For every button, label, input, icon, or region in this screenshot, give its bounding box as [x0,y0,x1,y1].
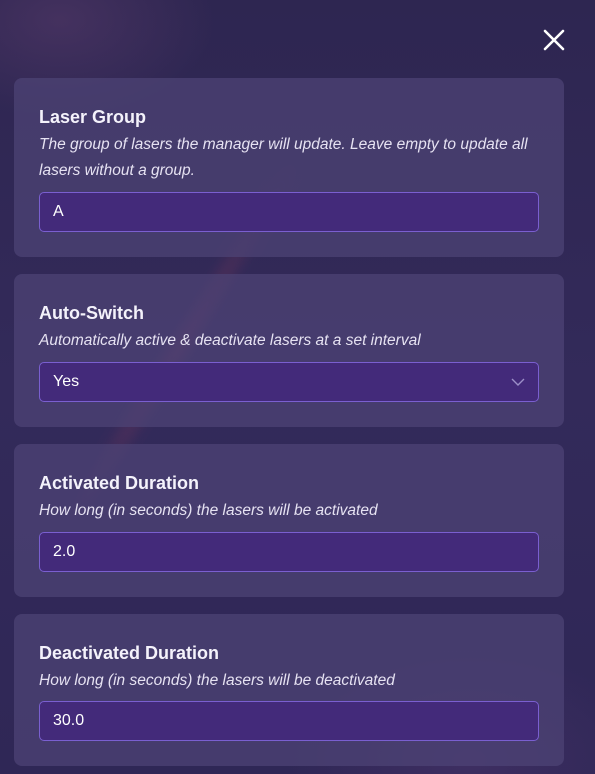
auto-switch-select[interactable]: Yes [39,362,539,402]
deactivated-duration-description: How long (in seconds) the lasers will be… [39,672,395,689]
auto-switch-title: Auto-Switch [39,303,144,323]
activated-duration-title: Activated Duration [39,473,200,493]
close-button[interactable] [538,24,570,56]
deactivated-duration-title: Deactivated Duration [39,643,220,663]
auto-switch-selected-value: Yes [53,373,80,390]
auto-switch-section: Auto-Switch Automatically active & deact… [14,274,564,427]
laser-group-title: Laser Group [39,107,147,127]
deactivated-duration-section: Deactivated Duration How long (in second… [14,614,564,766]
laser-group-input[interactable] [39,192,539,232]
close-icon [543,29,565,51]
laser-group-description: The group of lasers the manager will upd… [39,136,528,179]
laser-group-section: Laser Group The group of lasers the mana… [14,78,564,257]
activated-duration-section: Activated Duration How long (in seconds)… [14,444,564,597]
auto-switch-description: Automatically active & deactivate lasers… [39,332,421,349]
activated-duration-input[interactable] [39,532,539,572]
deactivated-duration-input[interactable] [39,701,539,741]
activated-duration-description: How long (in seconds) the lasers will be… [39,502,378,519]
chevron-down-icon [511,378,525,386]
